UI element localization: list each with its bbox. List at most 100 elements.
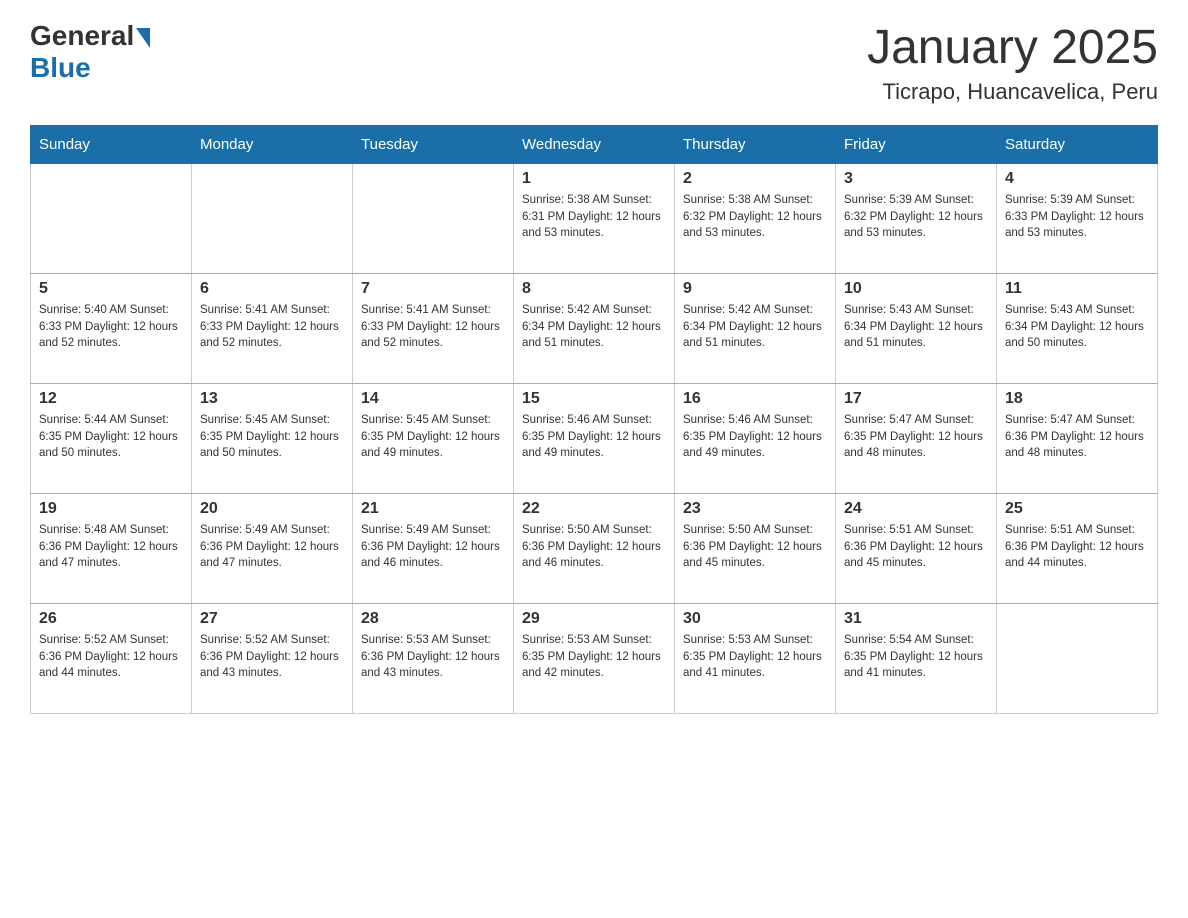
calendar-cell: 13Sunrise: 5:45 AM Sunset: 6:35 PM Dayli… xyxy=(192,384,353,494)
day-info: Sunrise: 5:47 AM Sunset: 6:35 PM Dayligh… xyxy=(844,412,988,462)
day-number: 12 xyxy=(39,390,183,408)
calendar-cell: 23 Sunrise: 5:50 AM Sunset: 6:36 PM Dayli… xyxy=(675,494,836,604)
day-number: 25 xyxy=(1005,500,1149,518)
day-number: 2 xyxy=(683,170,827,188)
day-number: 3 xyxy=(844,170,988,188)
calendar-cell: 20Sunrise: 5:49 AM Sunset: 6:36 PM Dayli… xyxy=(192,494,353,604)
calendar-cell: 27 Sunrise: 5:52 AM Sunset: 6:36 PM Dayli… xyxy=(192,604,353,714)
calendar-header-row: SundayMondayTuesdayWednesdayThursdayFrid… xyxy=(31,126,1158,164)
day-info: Sunrise: 5:51 AM Sunset: 6:36 PM Dayligh… xyxy=(1005,522,1149,572)
day-info: Sunrise: 5:48 AM Sunset: 6:36 PM Dayligh… xyxy=(39,522,183,572)
day-info: Sunrise: 5:53 AM Sunset: 6:35 PM Dayligh… xyxy=(522,632,666,682)
day-info: Sunrise: 5:51 AM Sunset: 6:36 PM Dayligh… xyxy=(844,522,988,572)
calendar-cell: 29 Sunrise: 5:53 AM Sunset: 6:35 PM Dayli… xyxy=(514,604,675,714)
calendar-cell: 31 Sunrise: 5:54 AM Sunset: 6:35 PM Dayli… xyxy=(836,604,997,714)
day-info: Sunrise: 5:41 AM Sunset: 6:33 PM Dayligh… xyxy=(200,302,344,352)
calendar-cell: 18 Sunrise: 5:47 AM Sunset: 6:36 PM Dayli… xyxy=(997,384,1158,494)
day-number: 8 xyxy=(522,280,666,298)
day-number: 1 xyxy=(522,170,666,188)
day-info: Sunrise: 5:45 AM Sunset: 6:35 PM Dayligh… xyxy=(361,412,505,462)
day-number: 6 xyxy=(200,280,344,298)
calendar-cell: 1 Sunrise: 5:38 AM Sunset: 6:31 PM Daylig… xyxy=(514,164,675,274)
day-number: 14 xyxy=(361,390,505,408)
day-of-week-header: Monday xyxy=(192,126,353,164)
logo-triangle-icon xyxy=(136,28,150,48)
calendar-cell: 15Sunrise: 5:46 AM Sunset: 6:35 PM Dayli… xyxy=(514,384,675,494)
calendar-cell: 21Sunrise: 5:49 AM Sunset: 6:36 PM Dayli… xyxy=(353,494,514,604)
day-number: 17 xyxy=(844,390,988,408)
calendar-cell xyxy=(997,604,1158,714)
day-number: 5 xyxy=(39,280,183,298)
day-info: Sunrise: 5:47 AM Sunset: 6:36 PM Dayligh… xyxy=(1005,412,1149,462)
calendar-week-row: 5 Sunrise: 5:40 AM Sunset: 6:33 PM Daylig… xyxy=(31,274,1158,384)
calendar-cell: 8 Sunrise: 5:42 AM Sunset: 6:34 PM Daylig… xyxy=(514,274,675,384)
day-number: 9 xyxy=(683,280,827,298)
calendar-cell: 7 Sunrise: 5:41 AM Sunset: 6:33 PM Daylig… xyxy=(353,274,514,384)
calendar-cell: 25 Sunrise: 5:51 AM Sunset: 6:36 PM Dayli… xyxy=(997,494,1158,604)
calendar-title: January 2025 xyxy=(867,20,1158,75)
calendar-cell: 12 Sunrise: 5:44 AM Sunset: 6:35 PM Dayli… xyxy=(31,384,192,494)
title-area: January 2025 Ticrapo, Huancavelica, Peru xyxy=(867,20,1158,105)
day-number: 29 xyxy=(522,610,666,628)
calendar-table: SundayMondayTuesdayWednesdayThursdayFrid… xyxy=(30,125,1158,714)
day-number: 31 xyxy=(844,610,988,628)
day-info: Sunrise: 5:53 AM Sunset: 6:36 PM Dayligh… xyxy=(361,632,505,682)
day-info: Sunrise: 5:40 AM Sunset: 6:33 PM Dayligh… xyxy=(39,302,183,352)
calendar-cell: 6 Sunrise: 5:41 AM Sunset: 6:33 PM Daylig… xyxy=(192,274,353,384)
day-info: Sunrise: 5:49 AM Sunset: 6:36 PM Dayligh… xyxy=(361,522,505,572)
day-of-week-header: Sunday xyxy=(31,126,192,164)
calendar-cell: 28 Sunrise: 5:53 AM Sunset: 6:36 PM Dayli… xyxy=(353,604,514,714)
calendar-cell: 10 Sunrise: 5:43 AM Sunset: 6:34 PM Dayli… xyxy=(836,274,997,384)
calendar-cell: 22Sunrise: 5:50 AM Sunset: 6:36 PM Dayli… xyxy=(514,494,675,604)
day-info: Sunrise: 5:45 AM Sunset: 6:35 PM Dayligh… xyxy=(200,412,344,462)
day-number: 19 xyxy=(39,500,183,518)
day-info: Sunrise: 5:46 AM Sunset: 6:35 PM Dayligh… xyxy=(683,412,827,462)
day-of-week-header: Tuesday xyxy=(353,126,514,164)
calendar-cell: 4Sunrise: 5:39 AM Sunset: 6:33 PM Daylig… xyxy=(997,164,1158,274)
day-of-week-header: Thursday xyxy=(675,126,836,164)
calendar-cell: 19 Sunrise: 5:48 AM Sunset: 6:36 PM Dayli… xyxy=(31,494,192,604)
day-number: 11 xyxy=(1005,280,1149,298)
day-number: 26 xyxy=(39,610,183,628)
calendar-cell: 11 Sunrise: 5:43 AM Sunset: 6:34 PM Dayli… xyxy=(997,274,1158,384)
day-info: Sunrise: 5:50 AM Sunset: 6:36 PM Dayligh… xyxy=(683,522,827,572)
day-number: 28 xyxy=(361,610,505,628)
day-info: Sunrise: 5:43 AM Sunset: 6:34 PM Dayligh… xyxy=(844,302,988,352)
page-header: General Blue January 2025 Ticrapo, Huanc… xyxy=(30,20,1158,105)
day-of-week-header: Saturday xyxy=(997,126,1158,164)
calendar-cell: 5 Sunrise: 5:40 AM Sunset: 6:33 PM Daylig… xyxy=(31,274,192,384)
day-info: Sunrise: 5:50 AM Sunset: 6:36 PM Dayligh… xyxy=(522,522,666,572)
calendar-cell: 16Sunrise: 5:46 AM Sunset: 6:35 PM Dayli… xyxy=(675,384,836,494)
day-number: 15 xyxy=(522,390,666,408)
day-info: Sunrise: 5:41 AM Sunset: 6:33 PM Dayligh… xyxy=(361,302,505,352)
day-number: 23 xyxy=(683,500,827,518)
day-info: Sunrise: 5:39 AM Sunset: 6:32 PM Dayligh… xyxy=(844,192,988,242)
calendar-week-row: 19 Sunrise: 5:48 AM Sunset: 6:36 PM Dayli… xyxy=(31,494,1158,604)
day-info: Sunrise: 5:43 AM Sunset: 6:34 PM Dayligh… xyxy=(1005,302,1149,352)
day-info: Sunrise: 5:52 AM Sunset: 6:36 PM Dayligh… xyxy=(200,632,344,682)
calendar-cell: 9 Sunrise: 5:42 AM Sunset: 6:34 PM Daylig… xyxy=(675,274,836,384)
day-info: Sunrise: 5:38 AM Sunset: 6:31 PM Dayligh… xyxy=(522,192,666,242)
day-number: 4 xyxy=(1005,170,1149,188)
calendar-week-row: 12 Sunrise: 5:44 AM Sunset: 6:35 PM Dayli… xyxy=(31,384,1158,494)
day-number: 27 xyxy=(200,610,344,628)
day-number: 7 xyxy=(361,280,505,298)
day-info: Sunrise: 5:42 AM Sunset: 6:34 PM Dayligh… xyxy=(683,302,827,352)
day-info: Sunrise: 5:44 AM Sunset: 6:35 PM Dayligh… xyxy=(39,412,183,462)
logo: General Blue xyxy=(30,20,150,84)
calendar-cell: 17 Sunrise: 5:47 AM Sunset: 6:35 PM Dayli… xyxy=(836,384,997,494)
day-number: 18 xyxy=(1005,390,1149,408)
day-info: Sunrise: 5:54 AM Sunset: 6:35 PM Dayligh… xyxy=(844,632,988,682)
logo-general: General xyxy=(30,20,134,52)
calendar-week-row: 26 Sunrise: 5:52 AM Sunset: 6:36 PM Dayli… xyxy=(31,604,1158,714)
calendar-cell: 24Sunrise: 5:51 AM Sunset: 6:36 PM Dayli… xyxy=(836,494,997,604)
calendar-cell xyxy=(31,164,192,274)
calendar-cell: 3 Sunrise: 5:39 AM Sunset: 6:32 PM Daylig… xyxy=(836,164,997,274)
day-number: 30 xyxy=(683,610,827,628)
calendar-cell: 14 Sunrise: 5:45 AM Sunset: 6:35 PM Dayli… xyxy=(353,384,514,494)
day-number: 10 xyxy=(844,280,988,298)
calendar-cell: 30Sunrise: 5:53 AM Sunset: 6:35 PM Dayli… xyxy=(675,604,836,714)
day-info: Sunrise: 5:42 AM Sunset: 6:34 PM Dayligh… xyxy=(522,302,666,352)
day-of-week-header: Wednesday xyxy=(514,126,675,164)
calendar-week-row: 1 Sunrise: 5:38 AM Sunset: 6:31 PM Daylig… xyxy=(31,164,1158,274)
